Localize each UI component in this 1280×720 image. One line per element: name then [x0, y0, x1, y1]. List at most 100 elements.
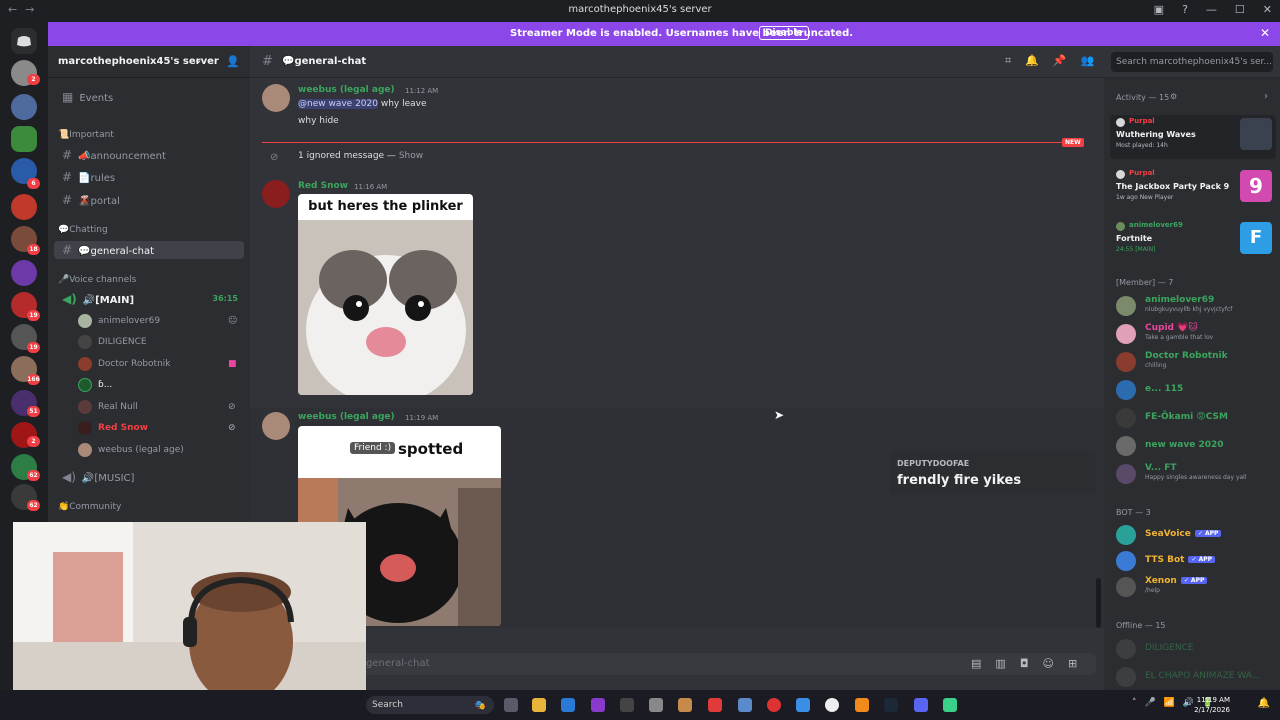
message-author[interactable]: weebus (legal age) — [298, 85, 395, 95]
category-community[interactable]: 👏Community — [58, 502, 121, 512]
app-icon[interactable] — [649, 698, 663, 712]
app-icon[interactable] — [678, 698, 692, 712]
message-author[interactable]: Red Snow — [298, 181, 348, 191]
store-icon[interactable] — [561, 698, 575, 712]
events-item[interactable]: ▦ Events — [54, 88, 244, 106]
member-item[interactable]: V... FT Happy singles awareness day yall — [1116, 461, 1276, 485]
channel-announcement[interactable]: # 📣announcement — [54, 146, 244, 164]
user-mention[interactable]: @new wave 2020 — [298, 99, 378, 109]
meme-image[interactable]: but heres the plinker — [298, 194, 473, 395]
member-item[interactable]: e... 115 — [1116, 377, 1276, 401]
taskbar-search[interactable]: Search 🎭 — [366, 696, 494, 714]
help-icon[interactable]: ? — [1182, 3, 1188, 16]
members-icon[interactable]: 👥 — [1081, 54, 1109, 67]
category-chatting[interactable]: 💬Chatting — [58, 225, 108, 235]
member-name: new wave 2020 — [1145, 440, 1224, 450]
member-item[interactable]: Cupid 💗🐱 Take a gamble that lov — [1116, 321, 1276, 345]
discord-home-icon[interactable] — [11, 28, 37, 54]
voice-user[interactable]: Real Null ⊘ — [78, 399, 236, 415]
add-member-icon[interactable]: 👤 — [226, 55, 240, 68]
member-item[interactable]: new wave 2020 — [1116, 433, 1276, 457]
member-item[interactable]: animelover69 nlubgkuyvuyllb khj vyvjctyfc… — [1116, 293, 1276, 317]
bot-item[interactable]: TTS Bot ✓ APP — [1116, 548, 1276, 572]
server-icon[interactable] — [11, 260, 37, 286]
inbox-icon[interactable]: ▣ — [1154, 3, 1164, 16]
minimize-button[interactable]: — — [1206, 3, 1217, 16]
server-icon[interactable] — [11, 94, 37, 120]
channel-portal[interactable]: # 🌋portal — [54, 191, 244, 209]
message-input[interactable]: general-chat ▤▥◘☺⊞ — [258, 653, 1096, 675]
bot-item[interactable]: SeaVoice ✓ APP — [1116, 522, 1276, 546]
input-icons[interactable]: ▤▥◘☺⊞ — [971, 657, 1091, 670]
bot-name: TTS Bot — [1145, 555, 1185, 565]
activity-user: Purpal — [1129, 169, 1155, 177]
notification-icon[interactable]: 🔔 — [1258, 698, 1270, 709]
app-icon[interactable] — [943, 698, 957, 712]
media-player-icon[interactable] — [825, 698, 839, 712]
discord-taskbar-icon[interactable] — [914, 698, 928, 712]
app-icon[interactable] — [708, 698, 722, 712]
search-highlight-icon: 🎭 — [474, 701, 486, 711]
voice-user[interactable]: weebus (legal age) — [78, 442, 184, 458]
voice-channel-main[interactable]: ◀) 🔊[MAIN] 36:15 — [54, 290, 244, 308]
server-header[interactable]: marcothephoenix45's server ⌄ 👤 — [48, 46, 250, 78]
disable-button[interactable]: Disable — [759, 26, 809, 40]
chevron-right-icon[interactable]: › — [1264, 91, 1268, 102]
record-icon[interactable] — [767, 698, 781, 712]
vlc-icon[interactable] — [855, 698, 869, 712]
member-item[interactable]: Doctor Robotnik chilling — [1116, 349, 1276, 373]
emoji-icon[interactable]: ☺ — [1043, 657, 1068, 670]
server-icon[interactable] — [11, 194, 37, 220]
category-voice[interactable]: 🎤Voice channels — [58, 275, 136, 285]
timestamp: 11:16 AM — [354, 183, 388, 191]
voice-user[interactable]: ɓ... — [78, 377, 112, 393]
avatar[interactable] — [262, 412, 290, 440]
activity-card[interactable]: Purpal The Jackbox Party Pack 9 1w ago New… — [1110, 167, 1276, 211]
task-view-icon[interactable] — [504, 698, 518, 712]
photos-icon[interactable] — [796, 698, 810, 712]
activity-card[interactable]: animelover69 Fortnite 24:55 [MAIN] F — [1110, 219, 1276, 263]
bell-icon[interactable]: 🔔 — [1025, 54, 1053, 67]
gift-icon[interactable]: ▤ — [971, 657, 995, 670]
voice-channel-music[interactable]: ◀) 🔊[MUSIC] — [54, 468, 244, 486]
bot-item[interactable]: Xenon ✓ APP/help — [1116, 574, 1276, 598]
maximize-button[interactable]: ☐ — [1235, 3, 1245, 16]
message-text: why hide — [298, 116, 339, 126]
voice-user[interactable]: Doctor Robotnik ■ — [78, 356, 237, 372]
avatar[interactable] — [262, 180, 290, 208]
member-item[interactable]: FE-Ōkami 😡CSM — [1116, 405, 1276, 429]
channel-general-chat[interactable]: # 💬general-chat — [54, 241, 244, 259]
sticker-icon[interactable]: ◘ — [1020, 657, 1043, 670]
voice-user-name: Real Null — [98, 402, 138, 412]
scrollbar[interactable] — [1096, 578, 1101, 628]
server-icon[interactable] — [11, 126, 37, 152]
message-author[interactable]: weebus (legal age) — [298, 412, 395, 422]
taskbar-clock[interactable]: 11:19 AM 2/17/2026 — [1194, 695, 1230, 715]
channel-rules[interactable]: # 📄rules — [54, 168, 244, 186]
voice-user[interactable]: Red Snow ⊘ — [78, 420, 236, 436]
header-icons[interactable]: ⌗🔔📌👥 — [1005, 54, 1108, 68]
avatar[interactable] — [262, 84, 290, 112]
member-item[interactable]: DILIGENCE — [1116, 636, 1276, 660]
voice-user[interactable]: animelover69 😐 — [78, 313, 237, 329]
category-important[interactable]: 📜Important — [58, 130, 114, 140]
steam-icon[interactable] — [884, 698, 898, 712]
voice-user[interactable]: DILIGENCE — [78, 334, 147, 350]
gear-icon[interactable]: ⚙ — [1170, 92, 1177, 101]
close-banner-icon[interactable]: ✕ — [1260, 26, 1270, 40]
gif-icon[interactable]: ▥ — [995, 657, 1019, 670]
hash-icon: # — [62, 193, 73, 207]
apps-icon[interactable]: ⊞ — [1068, 657, 1091, 670]
show-link[interactable]: Show — [399, 151, 423, 161]
windows-taskbar: Search 🎭 ˄🎤📶🔊🔋 11:19 AM 2/17/2026 🔔 — [0, 690, 1280, 720]
close-window-button[interactable]: ✕ — [1263, 3, 1272, 16]
search-input[interactable]: Search marcothephoenix45's ser... — [1111, 52, 1273, 72]
app-icon[interactable] — [738, 698, 752, 712]
file-explorer-icon[interactable] — [532, 698, 546, 712]
pin-icon[interactable]: 📌 — [1053, 54, 1081, 67]
member-item[interactable]: EL CHAPO ANIMAZE WA... — [1116, 664, 1276, 688]
app-icon[interactable] — [591, 698, 605, 712]
app-icon[interactable] — [620, 698, 634, 712]
threads-icon[interactable]: ⌗ — [1005, 54, 1025, 67]
activity-card[interactable]: Purpal Wuthering Waves Most played: 14h — [1110, 115, 1276, 159]
